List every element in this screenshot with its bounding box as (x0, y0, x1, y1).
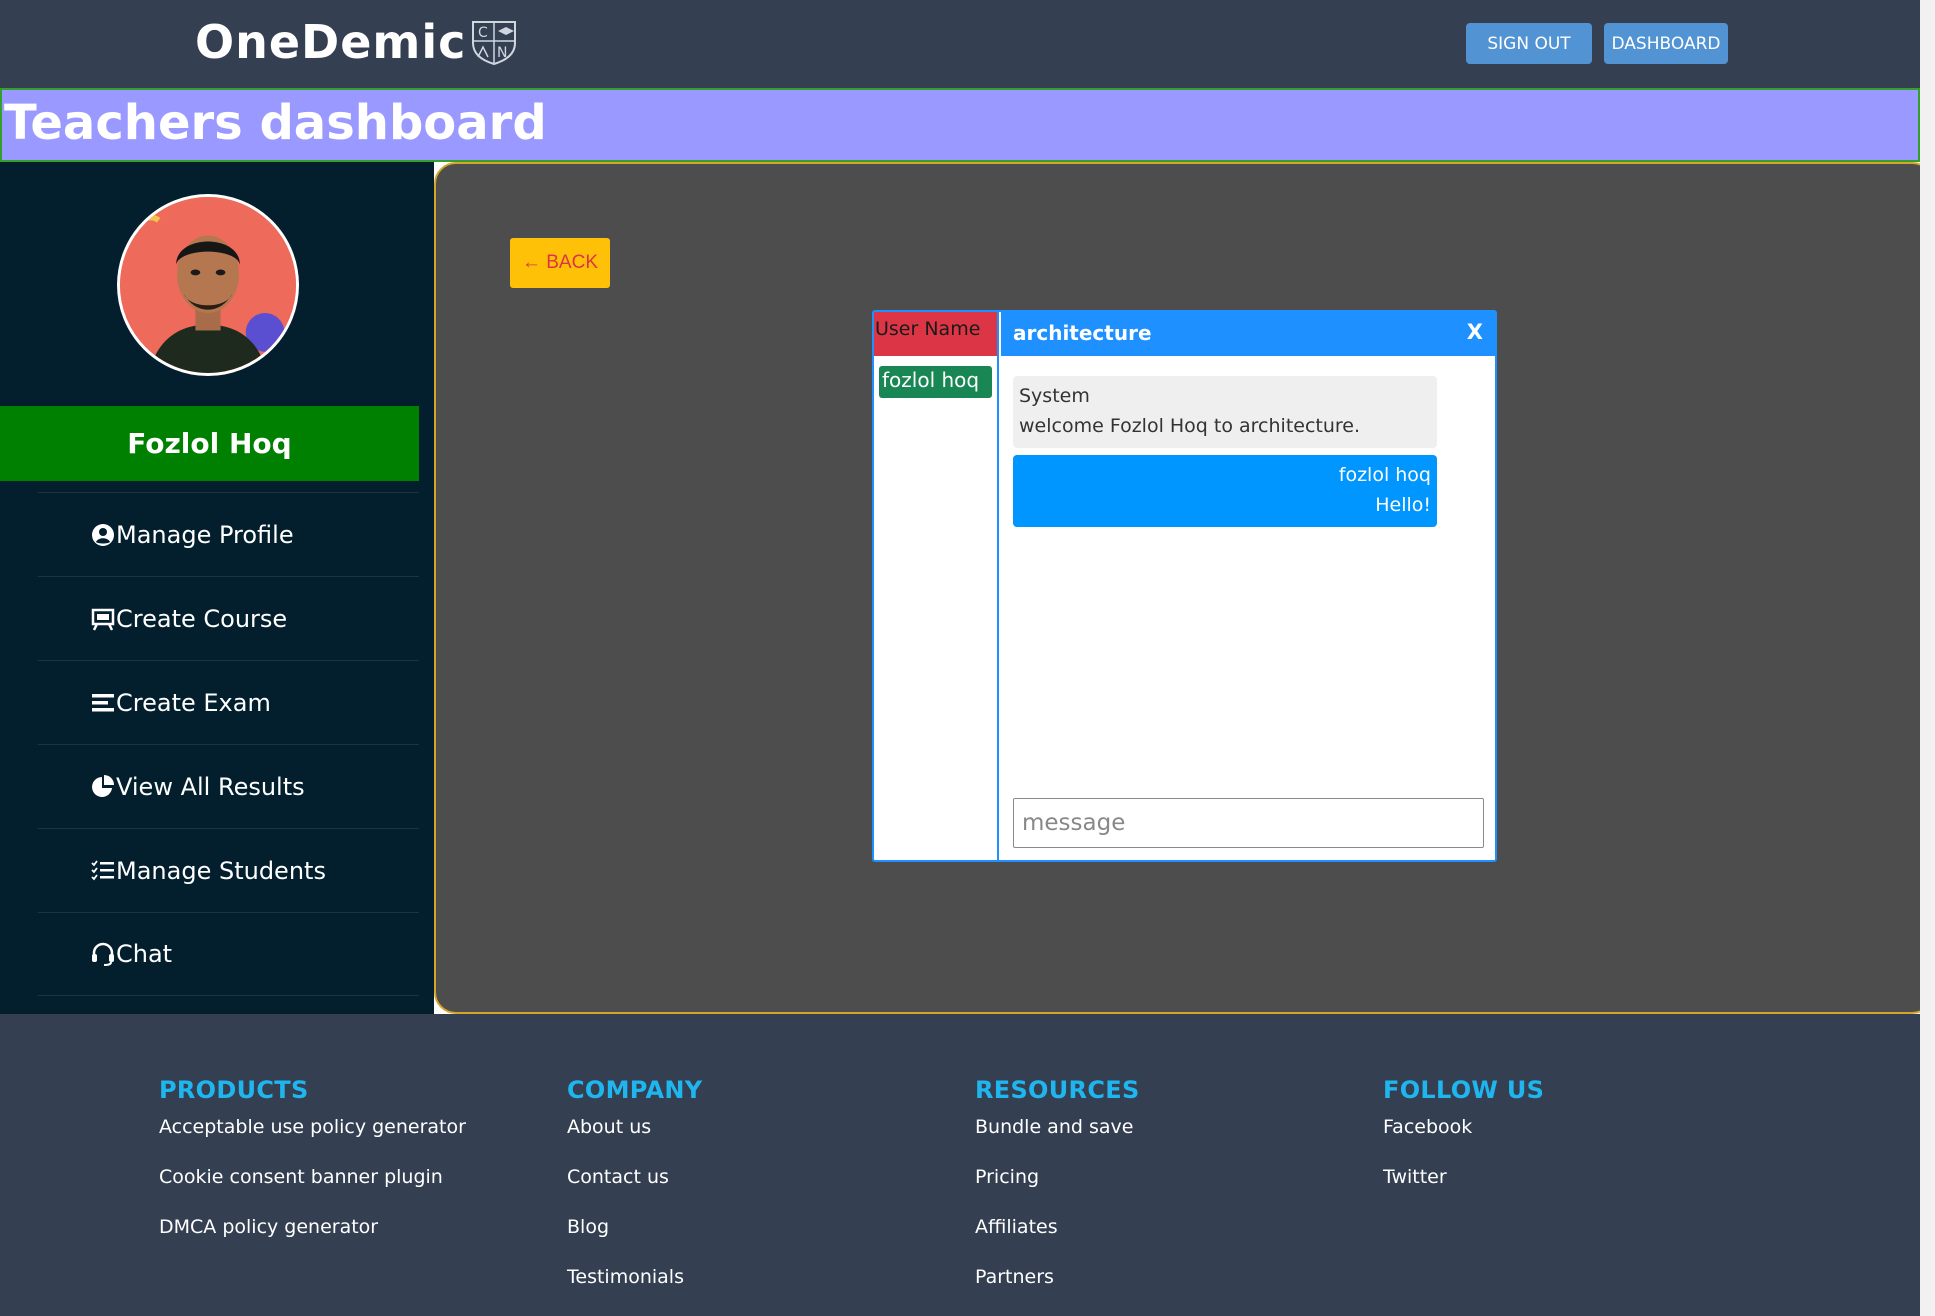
footer-link[interactable]: Affiliates (975, 1202, 1140, 1252)
footer-heading: COMPANY (567, 1076, 703, 1104)
message-text: Hello! (1375, 494, 1431, 516)
sidebar-item-label: View All Results (116, 772, 305, 801)
brand-name: OneDemic (195, 15, 467, 69)
headset-icon (90, 941, 116, 967)
brand-logo[interactable]: OneDemic C N (195, 15, 518, 69)
footer-link[interactable]: Bundle and save (975, 1102, 1140, 1152)
close-chat-button[interactable]: X (1467, 320, 1483, 344)
footer-column-follow-us: FOLLOW US Facebook Twitter (1383, 1076, 1544, 1202)
footer-link[interactable]: DMCA policy generator (159, 1202, 466, 1252)
footer-link[interactable]: Contact us (567, 1152, 702, 1202)
footer-link[interactable]: Pricing (975, 1152, 1140, 1202)
footer-column-resources: RESOURCES Bundle and save Pricing Affili… (975, 1076, 1140, 1302)
dashboard-button[interactable]: DASHBOARD (1604, 23, 1728, 64)
footer-link[interactable]: About us (567, 1102, 702, 1152)
message-text: welcome Fozlol Hoq to architecture. (1019, 415, 1361, 437)
users-header: User Name (874, 312, 997, 356)
list-check-icon (90, 858, 116, 884)
easel-icon (90, 606, 116, 632)
sidebar-item-label: Manage Students (116, 856, 326, 885)
sidebar: Fozlol Hoq Manage Profile Create Course … (0, 162, 434, 1014)
pie-chart-icon (90, 774, 116, 800)
footer-link[interactable]: Partners (975, 1252, 1140, 1302)
sidebar-item-manage-profile[interactable]: Manage Profile (38, 492, 419, 576)
chat-window: User Name fozlol hoq architecture X Syst… (872, 310, 1497, 862)
chat-message-system: System welcome Fozlol Hoq to architectur… (1013, 376, 1437, 448)
sidebar-item-create-course[interactable]: Create Course (38, 576, 419, 660)
chat-room-header: architecture X (1001, 312, 1495, 356)
sidebar-item-create-exam[interactable]: Create Exam (38, 660, 419, 744)
page-title: Teachers dashboard (4, 95, 547, 151)
shield-logo-icon: C N (472, 21, 517, 65)
footer-link[interactable]: Acceptable use policy generator (159, 1102, 466, 1152)
top-navbar: OneDemic C N SIGN OUT DASHBOARD (0, 0, 1920, 88)
sidebar-item-manage-students[interactable]: Manage Students (38, 828, 419, 912)
message-sender: fozlol hoq (1338, 464, 1431, 486)
bars-icon (90, 690, 116, 716)
profile-photo (120, 197, 296, 373)
footer: PRODUCTS Acceptable use policy generator… (0, 1014, 1920, 1316)
page-title-bar: Teachers dashboard (0, 88, 1920, 162)
sign-out-button[interactable]: SIGN OUT (1466, 23, 1592, 64)
chat-message-user: fozlol hoq Hello! (1013, 455, 1437, 527)
chat-room-name: architecture (1013, 321, 1152, 345)
footer-link[interactable]: Testimonials (567, 1252, 702, 1302)
user-name-bar: Fozlol Hoq (0, 406, 419, 481)
message-sender: System (1019, 385, 1090, 407)
sidebar-item-label: Create Exam (116, 688, 271, 717)
footer-heading: RESOURCES (975, 1076, 1140, 1104)
user-circle-icon (90, 522, 116, 548)
scrollbar-track[interactable] (1920, 0, 1935, 1316)
footer-link[interactable]: Blog (567, 1202, 702, 1252)
sidebar-item-label: Chat (116, 940, 173, 968)
footer-link[interactable]: Facebook (1383, 1102, 1544, 1152)
svg-text:N: N (497, 45, 507, 61)
footer-link[interactable]: Cookie consent banner plugin (159, 1152, 466, 1202)
avatar (117, 194, 299, 376)
sidebar-menu: Manage Profile Create Course Create Exam… (38, 492, 419, 996)
footer-link[interactable]: Twitter (1383, 1152, 1544, 1202)
sidebar-item-chat[interactable]: Chat (38, 912, 419, 996)
sidebar-item-label: Create Course (116, 604, 288, 633)
sidebar-item-view-all-results[interactable]: View All Results (38, 744, 419, 828)
svg-text:C: C (478, 25, 488, 41)
footer-heading: PRODUCTS (159, 1076, 309, 1104)
chat-users-column: User Name fozlol hoq (874, 312, 999, 860)
chat-user-item[interactable]: fozlol hoq (879, 366, 992, 398)
footer-heading: FOLLOW US (1383, 1076, 1545, 1104)
footer-column-company: COMPANY About us Contact us Blog Testimo… (567, 1076, 702, 1302)
message-input[interactable] (1013, 798, 1484, 848)
sidebar-item-label: Manage Profile (116, 520, 294, 549)
main-panel: ← BACK User Name fozlol hoq architecture… (434, 162, 1934, 1014)
footer-column-products: PRODUCTS Acceptable use policy generator… (159, 1076, 466, 1252)
back-button[interactable]: ← BACK (510, 238, 610, 288)
